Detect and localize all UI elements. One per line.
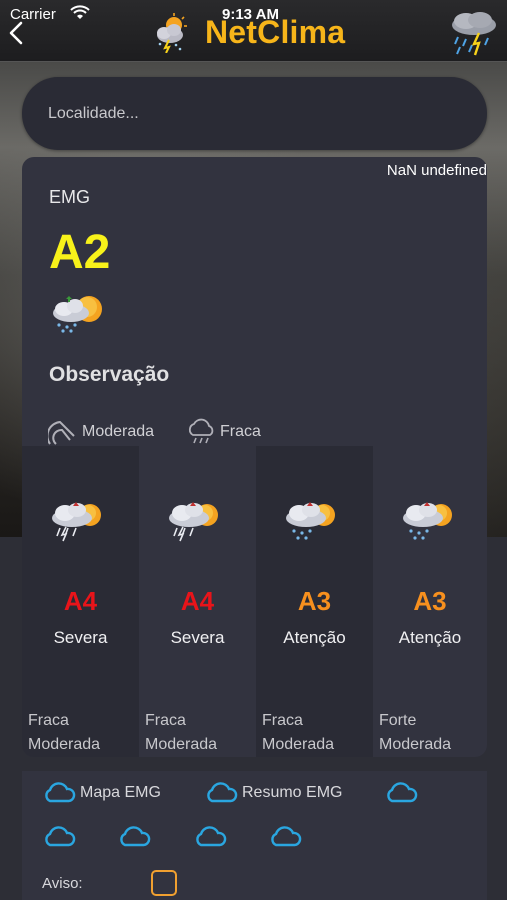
region-label: EMG	[49, 187, 91, 207]
column-wind-intensity: Moderada	[379, 736, 452, 753]
forecast-column[interactable]: A4 Severa Fraca Moderada	[22, 446, 139, 757]
observation-title: Observação	[49, 363, 170, 386]
wind-label: Moderada	[82, 423, 155, 440]
cloud-icon	[271, 826, 302, 847]
cloud-link[interactable]	[42, 826, 76, 848]
rain-sun-icon	[53, 296, 102, 333]
column-severity: Severa	[53, 628, 108, 647]
links-panel: Mapa EMG Resumo EMG Aviso:	[22, 771, 487, 900]
column-rain-intensity: Fraca	[28, 712, 69, 729]
forecast-column[interactable]: A4 Severa Fraca Moderada	[139, 446, 256, 757]
mapa-emg-label: Mapa EMG	[80, 784, 161, 801]
rain-observation: Fraca	[186, 417, 261, 447]
clock-label: 9:13 AM	[222, 6, 279, 23]
current-alert-level: A2	[49, 226, 111, 279]
cloud-link[interactable]	[117, 826, 151, 848]
forecast-date-label: NaN undefined	[386, 162, 487, 179]
cloud-icon	[45, 826, 76, 847]
column-severity: Severa	[170, 628, 225, 647]
rain-sun-icon	[286, 502, 335, 540]
location-search-input[interactable]	[48, 101, 448, 127]
forecast-column[interactable]: A3 Atenção Forte Moderada	[373, 446, 487, 757]
thunderstorm-sun-icon	[52, 502, 101, 542]
search-bar[interactable]	[22, 77, 487, 150]
mapa-emg-link[interactable]: Mapa EMG	[42, 782, 161, 804]
resumo-emg-label: Resumo EMG	[242, 784, 343, 801]
column-alert-level: A3	[413, 586, 447, 616]
column-alert-level: A4	[180, 586, 215, 616]
cloud-icon	[120, 826, 151, 847]
aviso-checkbox[interactable]	[151, 870, 177, 896]
forecast-card: NaN undefined EMG A2 Observação Moderada…	[22, 157, 487, 757]
column-severity: Atenção	[283, 628, 346, 647]
thunderstorm-sun-icon	[169, 502, 218, 542]
rain-label: Fraca	[220, 423, 261, 440]
column-rain-intensity: Fraca	[262, 712, 303, 729]
cloud-link[interactable]	[384, 782, 418, 804]
cloud-icon	[207, 782, 238, 803]
wind-icon	[48, 420, 75, 445]
cloud-icon	[45, 782, 76, 803]
forecast-columns: A4 Severa Fraca Moderada A4 Severa Fraca…	[22, 446, 487, 757]
cloud-link[interactable]	[268, 826, 302, 848]
resumo-emg-link[interactable]: Resumo EMG	[204, 782, 342, 804]
cloud-rain-icon	[188, 418, 214, 444]
status-bar: Carrier 9:13 AM	[0, 0, 507, 28]
column-rain-intensity: Forte	[379, 712, 417, 729]
column-wind-intensity: Moderada	[262, 736, 335, 753]
column-alert-level: A4	[63, 586, 98, 616]
cloud-icon	[387, 782, 418, 803]
cloud-link[interactable]	[193, 826, 227, 848]
wind-observation: Moderada	[48, 417, 154, 447]
column-wind-intensity: Moderada	[28, 736, 101, 753]
forecast-column[interactable]: A3 Atenção Fraca Moderada	[256, 446, 373, 757]
column-wind-intensity: Moderada	[145, 736, 218, 753]
column-severity: Atenção	[398, 628, 462, 647]
cloud-icon	[196, 826, 227, 847]
column-rain-intensity: Fraca	[145, 712, 186, 729]
column-alert-level: A3	[297, 586, 332, 616]
wifi-icon	[70, 5, 90, 19]
rain-sun-icon	[403, 502, 452, 540]
aviso-label: Aviso:	[42, 875, 83, 892]
carrier-label: Carrier	[10, 6, 56, 23]
